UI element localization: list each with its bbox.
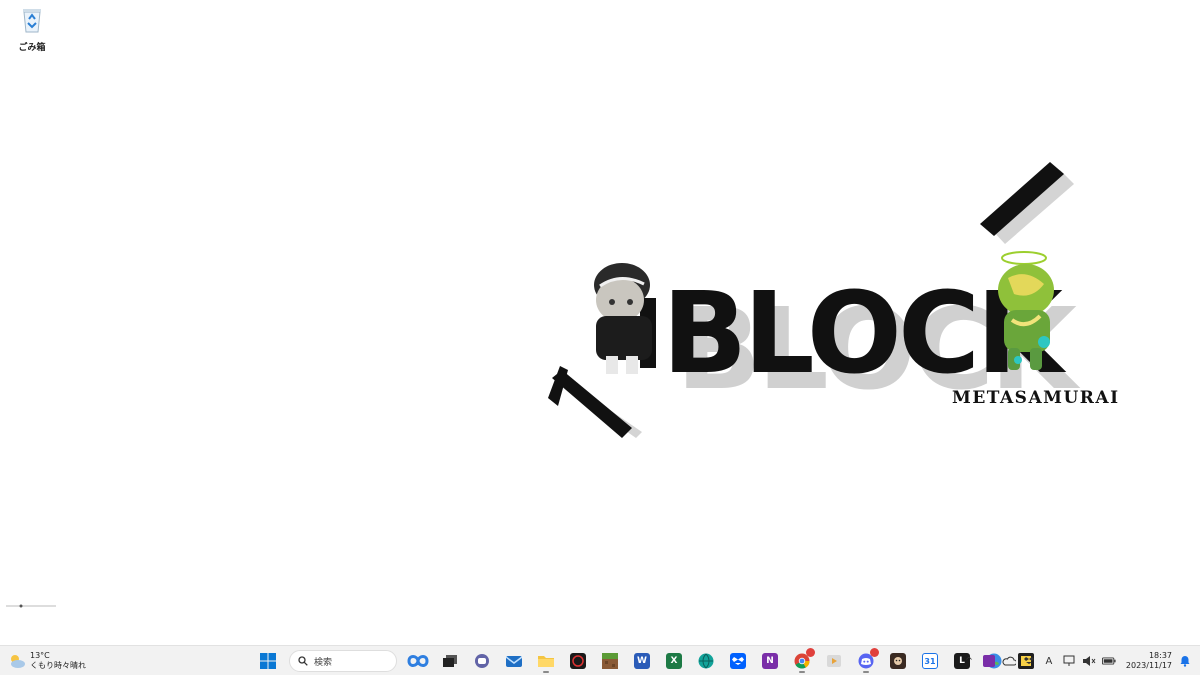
notification-bell-icon[interactable] [1178, 654, 1192, 668]
samurai-figure-left [594, 263, 652, 374]
excel-icon: X [666, 653, 682, 669]
chat-app-button[interactable] [469, 648, 495, 674]
word-icon: W [634, 653, 650, 669]
desktop: BLOCK BLOCK METASAMURAI ごみ箱 [0, 0, 1200, 645]
dropbox-button[interactable] [725, 648, 751, 674]
chrome-button[interactable] [789, 648, 815, 674]
dropbox-icon [730, 653, 746, 669]
recycle-bin-label: ごみ箱 [18, 43, 46, 53]
network-icon[interactable] [1062, 654, 1076, 668]
excel-button[interactable]: X [661, 648, 687, 674]
onenote-icon: N [762, 653, 778, 669]
wallpaper-subtitle: METASAMURAI [952, 388, 1120, 408]
copilot-icon [407, 655, 429, 667]
globe-icon [698, 653, 714, 669]
clock-time: 18:37 [1148, 651, 1172, 660]
start-button[interactable] [255, 648, 281, 674]
search-placeholder: 検索 [314, 657, 333, 668]
task-view-button[interactable] [437, 648, 463, 674]
calendar-icon: 31 [922, 653, 938, 669]
folder-icon [538, 656, 554, 667]
volume-muted-icon[interactable] [1082, 654, 1096, 668]
onenote-tray-icon[interactable] [982, 654, 996, 668]
clock-date: 2023/11/17 [1125, 661, 1172, 670]
task-view-icon [443, 655, 457, 667]
recycle-bin-shortcut[interactable]: ごみ箱 [12, 6, 52, 53]
weather-condition: くもり時々晴れ [30, 661, 86, 670]
taskbar-search-box[interactable]: 検索 [289, 650, 397, 672]
mail-app-button[interactable] [501, 648, 527, 674]
ime-indicator[interactable]: A [1042, 654, 1056, 668]
system-tray: ^ A 18:37 2023/11/17 [962, 649, 1192, 673]
taskbar: 13°C くもり時々晴れ 検索 W X N 31 L ^ A 18:37 202… [0, 645, 1200, 675]
clock[interactable]: 18:37 2023/11/17 [1126, 651, 1172, 671]
tiny-desktop-marks [6, 604, 56, 608]
word-button[interactable]: W [629, 648, 655, 674]
media-app-button[interactable] [565, 648, 591, 674]
chrome-notification-badge [806, 648, 815, 657]
running-indicator [863, 671, 869, 673]
game-icon [890, 653, 906, 669]
chevron-up-icon[interactable]: ^ [962, 654, 976, 668]
search-icon [298, 656, 308, 666]
discord-button[interactable] [853, 648, 879, 674]
video-icon [827, 655, 841, 667]
running-indicator [799, 671, 805, 673]
onenote-button[interactable]: N [757, 648, 783, 674]
globe-app-button[interactable] [693, 648, 719, 674]
mail-icon [506, 656, 522, 667]
taskbar-apps: 検索 W X N 31 L [255, 648, 1039, 674]
file-explorer-button[interactable] [533, 648, 559, 674]
calendar-button[interactable]: 31 [917, 648, 943, 674]
recycle-bin-icon [23, 9, 41, 33]
weather-widget[interactable]: 13°C くもり時々晴れ [8, 649, 86, 673]
wallpaper: BLOCK BLOCK METASAMURAI [6, 162, 1120, 608]
chat-icon [475, 654, 489, 668]
onedrive-icon[interactable] [1002, 654, 1016, 668]
minecraft-button[interactable] [597, 648, 623, 674]
copilot-button[interactable] [405, 648, 431, 674]
media-icon [570, 653, 586, 669]
minecraft-icon [602, 653, 618, 669]
weather-temperature: 13°C [30, 651, 50, 660]
running-indicator [543, 671, 549, 673]
game-app-button[interactable] [885, 648, 911, 674]
dropbox-tray-icon[interactable] [1022, 654, 1036, 668]
battery-icon[interactable] [1101, 654, 1116, 668]
video-player-button[interactable] [821, 648, 847, 674]
partly-cloudy-icon [11, 655, 25, 668]
windows-logo-icon [260, 653, 276, 669]
discord-notification-badge [870, 648, 879, 657]
